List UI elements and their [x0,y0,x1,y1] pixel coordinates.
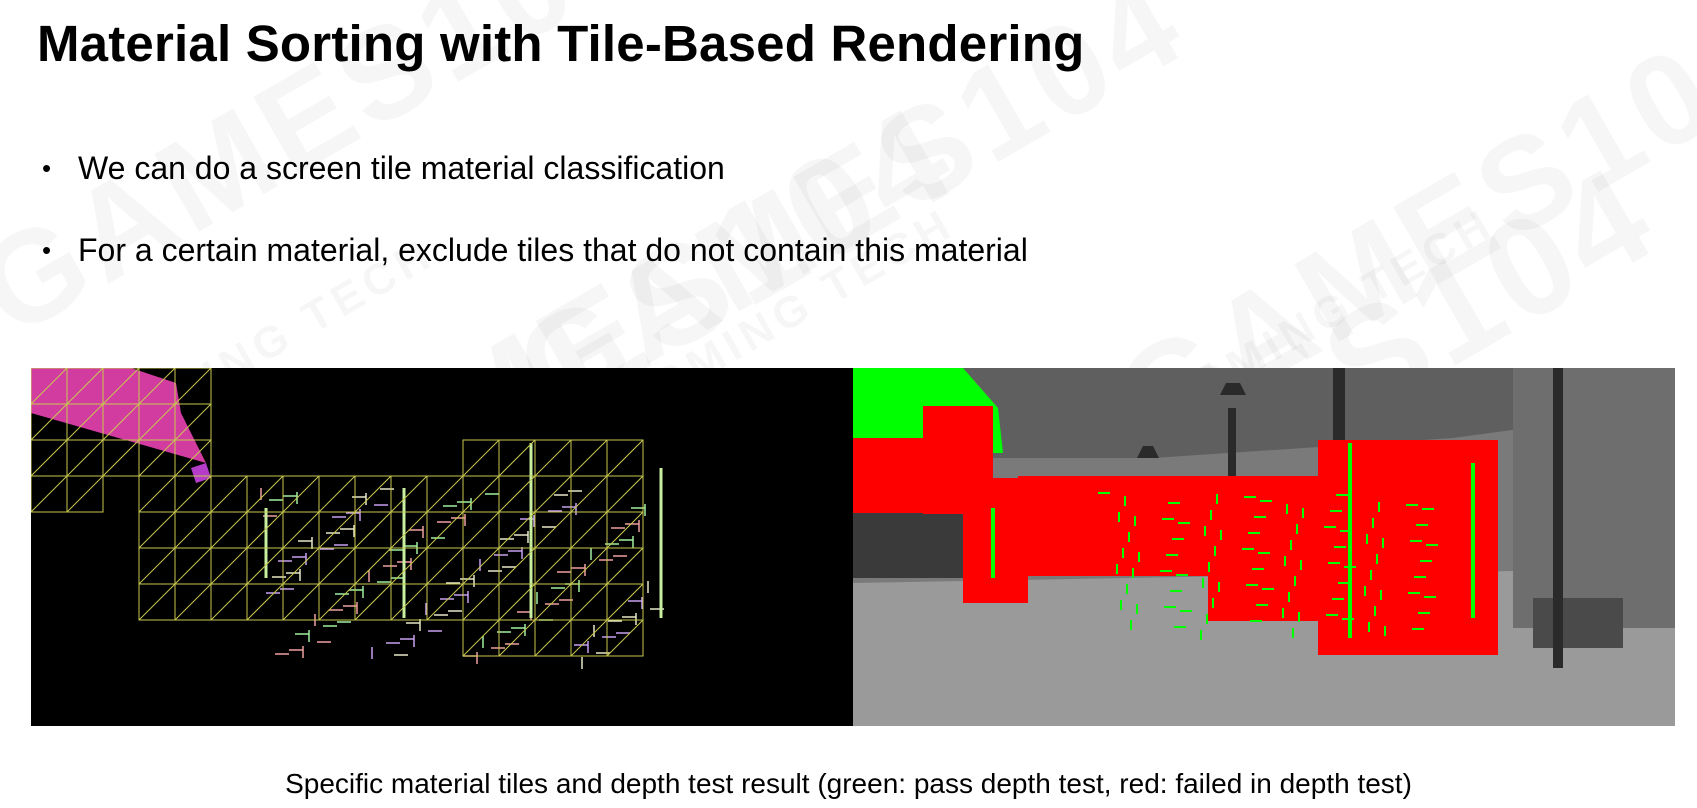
tile-diagonal [462,619,500,657]
tile-diagonal [570,547,608,585]
tile-diagonal [174,583,212,621]
tile-diagonal [138,547,176,585]
tile-diagonal [246,583,284,621]
bullet-text-2: For a certain material, exclude tiles th… [78,232,1028,268]
tile-diagonal [426,511,464,549]
tile-diagonal [318,583,356,621]
tile-diagonal [174,368,212,405]
slide-title: Material Sorting with Tile-Based Renderi… [37,15,1085,72]
tile-diagonal [534,619,572,657]
tile-diagonal [606,511,644,549]
bullet-item-2: • For a certain material, exclude tiles … [42,232,1028,269]
tile-diagonal [426,547,464,585]
tile-diagonal [570,439,608,477]
tile-diagonal [66,439,104,477]
tile-diagonal [534,511,572,549]
tile-diagonal [606,619,644,657]
fail-tile [853,438,923,513]
tile-diagonal [102,439,140,477]
magenta-surface [31,368,206,463]
figure-caption: Specific material tiles and depth test r… [285,768,1412,799]
pillar [1553,368,1563,668]
tile-grid-figure [31,368,664,669]
fail-tile [1018,476,1208,576]
bullet-text-1: We can do a screen tile material classif… [78,150,725,186]
tile-diagonal [210,547,248,585]
tile-diagonal [66,475,104,513]
tile-diagonal [462,511,500,549]
bullet-marker: • [42,153,52,183]
tile-diagonal [210,583,248,621]
tile-diagonal [210,475,248,513]
right-wall [1513,368,1675,628]
tile-diagonal [462,547,500,585]
magenta-detail [191,463,211,483]
depth-test-result-image [853,368,1675,726]
tile-diagonal [174,511,212,549]
tile-diagonal [138,583,176,621]
chair [1533,598,1623,648]
tile-diagonal [174,547,212,585]
bullet-item-1: • We can do a screen tile material class… [42,150,725,187]
tile-diagonal [174,475,212,513]
tile-diagonal [570,475,608,513]
tile-diagonal [210,511,248,549]
tile-diagonal [498,619,536,657]
bullet-marker: • [42,235,52,265]
tile-diagonal [570,619,608,657]
material-tile-classification-image [31,368,853,726]
tile-diagonal [282,475,320,513]
tile-diagonal [606,475,644,513]
tile-diagonal [318,475,356,513]
tile-diagonal [534,547,572,585]
tile-diagonal [390,583,428,621]
tile-diagonal [534,583,572,621]
tile-diagonal [138,511,176,549]
tile-diagonal [31,475,68,513]
tile-diagonal [138,475,176,513]
tile-diagonal [606,547,644,585]
tile-diagonal [282,511,320,549]
depth-test-figure [853,368,1675,726]
tile-diagonal [570,583,608,621]
tile-diagonal [462,439,500,477]
fail-tile [1208,476,1328,621]
desk-dark [853,508,973,578]
tile-diagonal [606,583,644,621]
tile-diagonal [390,475,428,513]
tile-diagonal [282,547,320,585]
tile-diagonal [318,547,356,585]
tile-diagonal [246,475,284,513]
tile-diagonal [606,439,644,477]
tile-diagonal [354,475,392,513]
tile-diagonal [570,511,608,549]
tile-diagonal [31,439,68,477]
tile-diagonal [534,439,572,477]
